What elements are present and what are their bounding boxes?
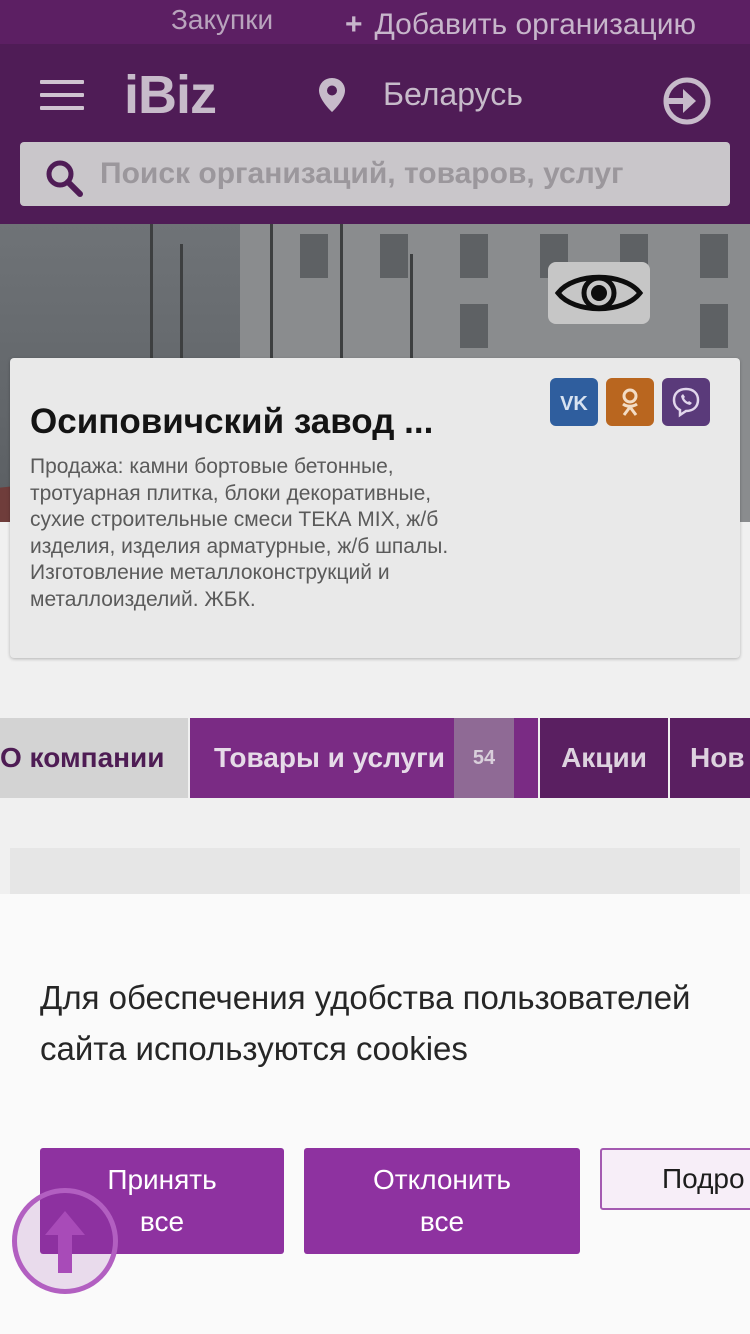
top-links-bar: Закупки + Добавить организацию [0, 0, 750, 44]
search-input[interactable] [100, 150, 710, 198]
tab-goods-label: Товары и услуги [214, 742, 445, 773]
menu-icon[interactable] [40, 80, 84, 110]
cookie-details-button[interactable]: Подро [600, 1148, 750, 1210]
scroll-to-top-button[interactable] [12, 1188, 118, 1294]
company-card: VK Осиповичский завод ... Продажа: камни… [10, 358, 740, 658]
add-organization-label: Добавить организацию [374, 8, 696, 41]
accept-line1: Принять [107, 1164, 217, 1195]
purchases-link[interactable]: Закупки [171, 4, 273, 36]
tab-goods-services[interactable]: Товары и услуги 54 [190, 718, 538, 798]
tab-news-label: Нов [690, 742, 745, 773]
vk-icon[interactable]: VK [550, 378, 598, 426]
tab-about-label: О компании [0, 742, 165, 773]
tab-about[interactable]: О компании [0, 718, 188, 798]
company-description: Продажа: камни бортовые бетонные, тротуа… [30, 455, 449, 611]
site-header: iBiz Беларусь [0, 44, 750, 224]
cookie-text: Для обеспечения удобства пользователей с… [40, 979, 691, 1067]
login-icon[interactable] [662, 76, 712, 131]
accept-line2: все [139, 1206, 185, 1237]
company-tabs: О компании Товары и услуги 54 Акции Нов [0, 718, 750, 798]
tab-news[interactable]: Нов [670, 718, 750, 798]
views-eye-icon[interactable] [548, 262, 650, 324]
region-selector[interactable]: Беларусь [383, 76, 523, 113]
search-icon[interactable] [44, 158, 84, 203]
location-pin-icon[interactable] [318, 78, 346, 117]
search-box [20, 142, 730, 206]
add-organization-link[interactable]: + Добавить организацию [345, 8, 696, 42]
svg-text:VK: VK [560, 393, 588, 415]
arrow-up-icon [45, 1211, 85, 1273]
odnoklassniki-icon[interactable] [606, 378, 654, 426]
cookie-banner: Для обеспечения удобства пользователей с… [0, 894, 750, 1334]
plus-icon: + [345, 8, 363, 41]
site-logo[interactable]: iBiz [124, 64, 217, 126]
company-title[interactable]: Осиповичский завод ... [30, 402, 433, 442]
decline-all-button[interactable]: Отклонить все [304, 1148, 580, 1254]
tab-promo-label: Акции [561, 742, 647, 773]
decline-line2: все [419, 1206, 465, 1237]
decline-line1: Отклонить [373, 1164, 511, 1195]
tab-promotions[interactable]: Акции [540, 718, 668, 798]
viber-icon[interactable] [662, 378, 710, 426]
goods-count-badge: 54 [454, 718, 514, 798]
